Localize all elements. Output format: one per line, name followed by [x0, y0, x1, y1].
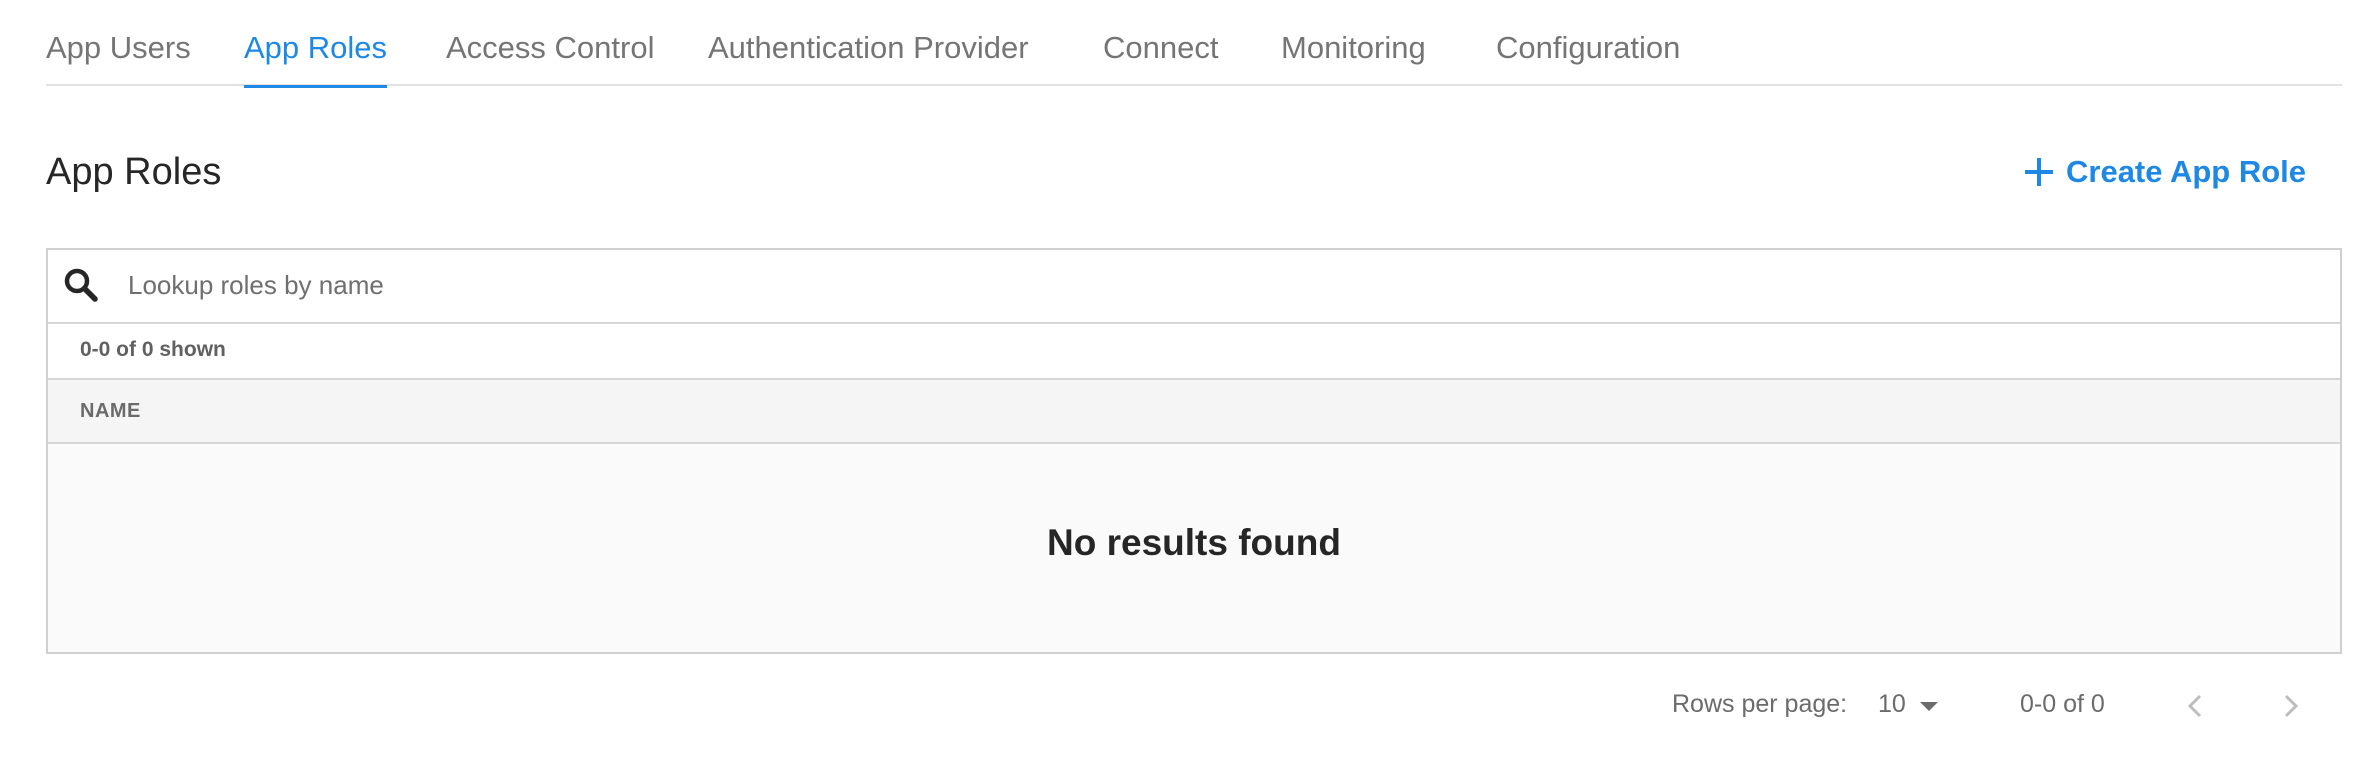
page-range: 0-0 of 0 — [2020, 690, 2105, 718]
tab-configuration[interactable]: Configuration — [1496, 26, 1680, 86]
rows-per-page-label: Rows per page: — [1672, 690, 1848, 718]
chevron-right-icon — [2284, 694, 2299, 718]
tab-authentication-provider[interactable]: Authentication Provider — [708, 26, 1029, 86]
search-bar — [48, 250, 2340, 324]
rows-per-page-value: 10 — [1878, 690, 1906, 718]
next-page-button[interactable] — [2272, 688, 2308, 724]
chevron-left-icon — [2187, 694, 2202, 718]
tab-connect[interactable]: Connect — [1103, 26, 1218, 86]
plus-icon — [2024, 157, 2054, 187]
tab-app-roles[interactable]: App Roles — [244, 26, 388, 88]
tab-app-users[interactable]: App Users — [46, 26, 191, 86]
caret-down-icon — [1920, 702, 1938, 711]
tab-monitoring[interactable]: Monitoring — [1281, 26, 1426, 86]
empty-state-message: No results found — [1047, 522, 1341, 563]
tab-bar: App Users App Roles Access Control Authe… — [46, 0, 2342, 88]
column-header-name[interactable]: NAME — [80, 400, 141, 423]
results-count: 0-0 of 0 shown — [80, 338, 226, 361]
rows-per-page-select[interactable]: 10 — [1878, 686, 1958, 726]
tab-access-control[interactable]: Access Control — [446, 26, 654, 86]
create-app-role-button[interactable]: Create App Role — [2024, 148, 2306, 196]
search-icon — [62, 266, 100, 304]
page-title: App Roles — [46, 151, 222, 193]
previous-page-button[interactable] — [2178, 688, 2214, 724]
roles-table-panel: 0-0 of 0 shown NAME No results found — [46, 248, 2342, 654]
table-header-row: NAME — [48, 380, 2340, 444]
table-body: No results found — [48, 444, 2340, 652]
search-input[interactable] — [128, 262, 2308, 308]
create-app-role-label: Create App Role — [2066, 154, 2307, 189]
results-count-row: 0-0 of 0 shown — [48, 324, 2340, 380]
